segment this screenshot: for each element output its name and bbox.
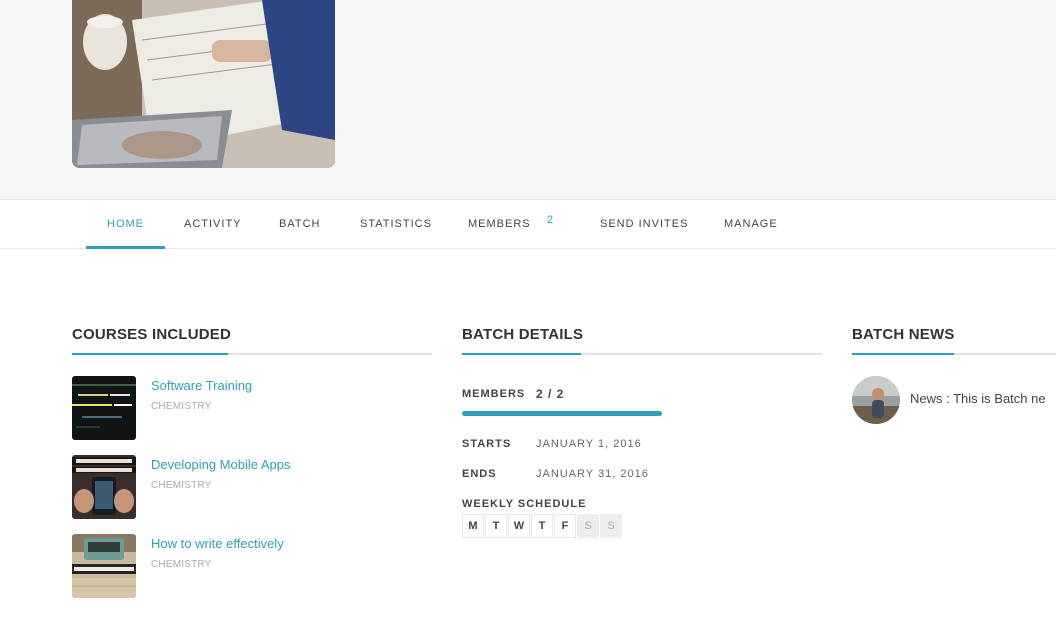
schedule-day-sat: S [577,514,599,538]
tab-batch[interactable]: BATCH [279,200,320,248]
course-item[interactable]: How to write effectively CHEMISTRY [72,534,432,598]
course-item[interactable]: Software Training CHEMISTRY [72,376,432,440]
courses-title-rule [72,353,432,355]
course-title-link[interactable]: Developing Mobile Apps [151,457,290,472]
course-item[interactable]: Developing Mobile Apps CHEMISTRY [72,455,432,519]
weekly-schedule-label: WEEKLY SCHEDULE [462,498,587,510]
weekly-schedule: M T W T F S S [462,514,622,538]
batch-news-title-rule [852,353,1056,355]
course-category: CHEMISTRY [151,559,212,570]
ends-label: ENDS [462,468,497,480]
tab-send-invites[interactable]: SEND INVITES [600,200,688,248]
cover-photo-illustration [72,0,335,168]
course-title-link[interactable]: How to write effectively [151,536,284,551]
news-item-text[interactable]: News : This is Batch ne [910,391,1046,406]
tab-manage[interactable]: MANAGE [724,200,778,248]
members-value: 2 / 2 [536,387,565,401]
tab-members[interactable]: MEMBERS [468,200,531,248]
courses-section-title: COURSES INCLUDED [72,326,232,343]
course-category: CHEMISTRY [151,480,212,491]
starts-date: JANUARY 1, 2016 [536,438,642,450]
members-capacity-bar [462,411,662,416]
course-thumbnail[interactable] [72,455,136,519]
news-author-avatar[interactable] [852,376,900,424]
schedule-day-mon: M [462,514,484,538]
course-thumbnail[interactable] [72,376,136,440]
course-thumbnail[interactable] [72,534,136,598]
batch-details-title: BATCH DETAILS [462,326,584,343]
course-category: CHEMISTRY [151,401,212,412]
members-count-badge: 2 [547,214,554,226]
batch-cover-image [72,0,335,168]
schedule-day-fri: F [554,514,576,538]
tab-statistics[interactable]: STATISTICS [360,200,432,248]
tab-home[interactable]: HOME [86,200,165,249]
batch-news-title: BATCH NEWS [852,326,955,343]
schedule-day-wed: W [508,514,530,538]
schedule-day-tue: T [485,514,507,538]
starts-label: STARTS [462,438,512,450]
members-label: MEMBERS [462,388,526,400]
schedule-day-sun: S [600,514,622,538]
tab-activity[interactable]: ACTIVITY [184,200,242,248]
batch-details-title-rule [462,353,822,355]
batch-tab-bar: HOME ACTIVITY BATCH STATISTICS MEMBERS 2… [0,199,1056,249]
course-title-link[interactable]: Software Training [151,378,252,393]
schedule-day-thu: T [531,514,553,538]
ends-date: JANUARY 31, 2016 [536,468,649,480]
